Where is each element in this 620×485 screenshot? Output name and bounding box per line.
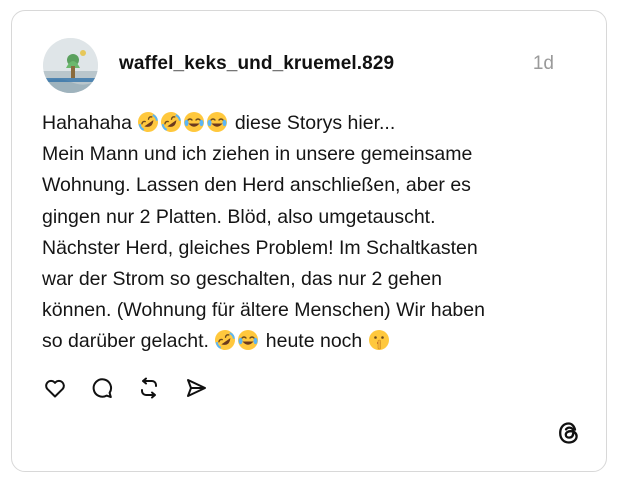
post-line: Wohnung. Lassen den Herd anschließen, ab… (42, 174, 471, 197)
post-actions (42, 375, 230, 401)
share-button[interactable] (183, 375, 209, 401)
shushing-face-emoji (368, 329, 390, 351)
avatar-image (43, 38, 98, 93)
face-with-tears-of-joy-emoji (183, 111, 205, 133)
avatar[interactable] (43, 38, 98, 93)
rolling-on-floor-laughing-emoji (160, 111, 182, 133)
repost-icon (141, 377, 157, 399)
repost-button[interactable] (136, 375, 162, 401)
post-line: gingen nur 2 Platten. Blöd, also umgetau… (42, 205, 436, 228)
threads-logo-icon (556, 420, 582, 446)
post-line: Mein Mann und ich ziehen in unsere gemei… (42, 143, 473, 166)
comment-icon (92, 378, 113, 398)
reply-button[interactable] (89, 375, 115, 401)
post-line: Hahahaha diese Storys hier... (42, 108, 582, 139)
heart-icon (45, 379, 65, 398)
post-line: können. (Wohnung für ältere Menschen) Wi… (42, 299, 485, 322)
like-button[interactable] (42, 375, 68, 401)
rolling-on-floor-laughing-emoji (214, 329, 236, 351)
face-with-tears-of-joy-emoji (237, 329, 259, 351)
post-card: waffel_keks_und_kruemel.829 1d Hahahaha … (11, 10, 607, 472)
timestamp: 1d (532, 53, 554, 74)
post-line: Nächster Herd, gleiches Problem! Im Scha… (42, 236, 478, 259)
post-line: so darüber gelacht. heute noch (42, 326, 582, 357)
face-with-tears-of-joy-emoji (206, 111, 228, 133)
post-text: Hahahaha diese Storys hier... Mein Mann … (42, 108, 582, 358)
send-icon (187, 379, 206, 397)
username[interactable]: waffel_keks_und_kruemel.829 (119, 53, 394, 75)
rolling-on-floor-laughing-emoji (137, 111, 159, 133)
post-line: war der Strom so geschalten, das nur 2 g… (42, 268, 442, 291)
